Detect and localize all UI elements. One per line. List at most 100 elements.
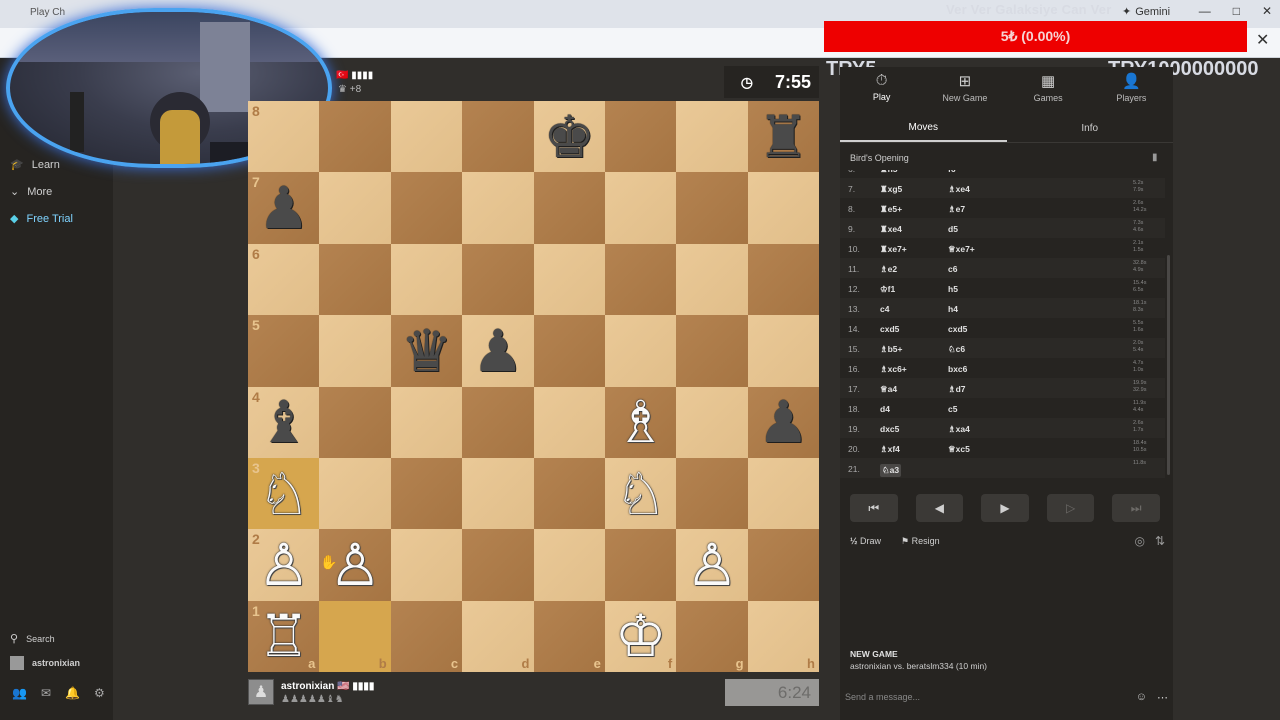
white-move[interactable]: ♗xc6+ (880, 364, 907, 375)
square-d2[interactable] (462, 529, 534, 601)
square-c6[interactable] (390, 243, 463, 316)
square-g5[interactable] (676, 315, 748, 387)
square-e7[interactable] (533, 172, 605, 244)
square-h5[interactable] (747, 315, 819, 387)
square-b6[interactable] (319, 243, 391, 316)
square-f3[interactable]: ♘ (604, 457, 677, 530)
square-a6[interactable]: 6 (248, 243, 320, 316)
square-c7[interactable] (390, 172, 463, 244)
square-c1[interactable]: c (390, 600, 463, 672)
black-move[interactable]: ♕xe7+ (948, 244, 975, 255)
move-list[interactable]: 6.♜h5f67.♜xg5♗xe45.2s7.9s8.♜e5+♗e72.6s14… (840, 170, 1173, 480)
piece-h4[interactable]: ♟ (757, 393, 809, 451)
black-move[interactable]: d5 (948, 224, 958, 234)
black-move[interactable]: ♗xa4 (948, 424, 970, 435)
nav-new-game[interactable]: ⊞ New Game (923, 67, 1006, 107)
square-g4[interactable] (676, 386, 748, 458)
tab-moves[interactable]: Moves (840, 115, 1007, 142)
next-move-button[interactable]: ▷ (1046, 494, 1095, 522)
square-f6[interactable] (604, 243, 677, 316)
white-move[interactable]: ♘a3 (880, 464, 902, 477)
square-h7[interactable] (747, 172, 819, 244)
piece-a2[interactable]: ♙ (258, 536, 310, 594)
black-move[interactable]: bxc6 (948, 364, 967, 374)
white-move[interactable]: ♜e5+ (880, 204, 902, 215)
square-g7[interactable] (676, 172, 748, 244)
black-move[interactable]: ♗e7 (948, 204, 965, 215)
piece-a3[interactable]: ♘ (258, 465, 310, 523)
square-g2[interactable]: ♙ (676, 529, 748, 601)
square-a5[interactable]: 5 (248, 315, 320, 387)
bell-icon[interactable]: 🔔 (65, 686, 80, 700)
square-f1[interactable]: f ♔ (604, 600, 677, 672)
black-move[interactable]: c6 (948, 264, 957, 274)
sidebar-item-more[interactable]: ⌄ More (10, 185, 52, 199)
square-b7[interactable] (319, 172, 391, 244)
piece-a7[interactable]: ♟ (258, 179, 310, 237)
opening-name[interactable]: Bird's Opening (850, 153, 909, 163)
square-h8[interactable]: ♜ (747, 101, 819, 173)
nav-play[interactable]: ⏱ Play (840, 67, 923, 107)
square-a2[interactable]: 2 ♙ (248, 529, 320, 601)
square-d3[interactable] (462, 457, 534, 530)
tab-info[interactable]: Info (1007, 115, 1174, 142)
book-icon[interactable]: ▮ (1152, 152, 1158, 163)
white-move[interactable]: ♜h5 (880, 170, 898, 175)
maximize-button[interactable]: □ (1233, 4, 1240, 18)
white-move[interactable]: dxc5 (880, 424, 899, 434)
square-c3[interactable] (390, 457, 463, 530)
square-e8[interactable]: ♚ (533, 101, 605, 173)
resign-button[interactable]: ⚑ Resign (901, 536, 940, 547)
nav-players[interactable]: 👤 Players (1090, 67, 1173, 107)
square-a4[interactable]: 4 ♝ (248, 386, 320, 458)
piece-f3[interactable]: ♘ (615, 465, 667, 523)
play-button[interactable]: ▶ (981, 494, 1029, 522)
previous-move-button[interactable]: ◀ (915, 494, 964, 522)
piece-f4[interactable]: ♗ (615, 393, 667, 451)
white-move[interactable]: ♜xe4 (880, 224, 902, 235)
square-h6[interactable] (747, 243, 819, 316)
sidebar-profile[interactable]: astronixian (10, 656, 80, 670)
square-b8[interactable] (319, 101, 391, 173)
sidebar-item-free-trial[interactable]: ◆ Free Trial (10, 212, 73, 226)
square-g1[interactable]: g (676, 600, 748, 672)
piece-g2[interactable]: ♙ (686, 536, 738, 594)
move-list-scrollbar[interactable] (1167, 255, 1170, 475)
sidebar-search[interactable]: ⚲ Search (10, 632, 55, 645)
square-d6[interactable] (462, 243, 534, 316)
white-move[interactable]: ♜xe7+ (880, 244, 907, 255)
square-a8[interactable]: 8 (248, 101, 320, 173)
white-move[interactable]: c4 (880, 304, 889, 314)
square-c5[interactable]: ♛ (390, 315, 463, 387)
square-c8[interactable] (390, 101, 463, 173)
square-b5[interactable] (319, 315, 391, 387)
black-move[interactable]: ♗xe4 (948, 184, 970, 195)
square-e6[interactable] (533, 243, 605, 316)
chat-input[interactable]: Send a message... ☺ ⋯ (840, 685, 1173, 709)
square-d1[interactable]: d (462, 600, 534, 672)
square-e4[interactable] (533, 386, 605, 458)
square-b1[interactable]: b (319, 600, 391, 672)
mail-icon[interactable]: ✉ (41, 686, 51, 700)
square-e2[interactable] (533, 529, 605, 601)
square-a7[interactable]: 7 ♟ (248, 172, 320, 244)
square-f7[interactable] (604, 172, 677, 244)
black-move[interactable]: f6 (948, 170, 956, 174)
white-move[interactable]: ♗xf4 (880, 444, 900, 455)
square-f4[interactable]: ♗ (604, 386, 677, 458)
black-move[interactable]: ♘c6 (948, 344, 965, 355)
square-g8[interactable] (676, 101, 748, 173)
piece-d5[interactable]: ♟ (472, 322, 524, 380)
square-e3[interactable] (533, 457, 605, 530)
gear-icon[interactable]: ⚙ (94, 686, 105, 700)
draw-button[interactable]: ½ Draw (850, 536, 881, 546)
nav-games[interactable]: ▦ Games (1007, 67, 1090, 107)
square-d8[interactable] (462, 101, 534, 173)
square-h4[interactable]: ♟ (747, 386, 819, 458)
white-move[interactable]: ♗e2 (880, 264, 897, 275)
black-move[interactable]: cxd5 (948, 324, 967, 334)
last-move-button[interactable]: ⏭ (1112, 494, 1160, 522)
black-move[interactable]: h5 (948, 284, 958, 294)
square-f2[interactable] (604, 529, 677, 601)
square-e5[interactable] (533, 315, 605, 387)
